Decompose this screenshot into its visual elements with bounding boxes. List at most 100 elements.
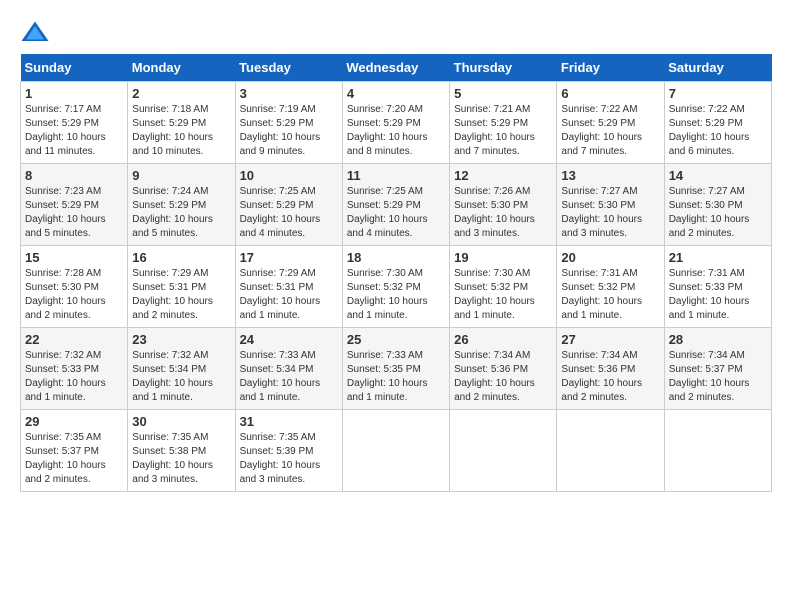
day-number: 9 xyxy=(132,168,230,183)
column-header-wednesday: Wednesday xyxy=(342,54,449,82)
calendar-cell xyxy=(342,410,449,492)
column-header-friday: Friday xyxy=(557,54,664,82)
day-info: Sunrise: 7:35 AMSunset: 5:38 PMDaylight:… xyxy=(132,432,213,485)
calendar-cell: 7 Sunrise: 7:22 AMSunset: 5:29 PMDayligh… xyxy=(664,82,771,164)
calendar-table: SundayMondayTuesdayWednesdayThursdayFrid… xyxy=(20,54,772,492)
day-info: Sunrise: 7:27 AMSunset: 5:30 PMDaylight:… xyxy=(561,186,642,239)
logo-icon xyxy=(20,20,50,44)
day-info: Sunrise: 7:32 AMSunset: 5:33 PMDaylight:… xyxy=(25,350,106,403)
day-number: 23 xyxy=(132,332,230,347)
calendar-cell: 10 Sunrise: 7:25 AMSunset: 5:29 PMDaylig… xyxy=(235,164,342,246)
day-info: Sunrise: 7:25 AMSunset: 5:29 PMDaylight:… xyxy=(347,186,428,239)
day-number: 2 xyxy=(132,86,230,101)
calendar-cell: 26 Sunrise: 7:34 AMSunset: 5:36 PMDaylig… xyxy=(450,328,557,410)
calendar-cell: 24 Sunrise: 7:33 AMSunset: 5:34 PMDaylig… xyxy=(235,328,342,410)
calendar-cell: 22 Sunrise: 7:32 AMSunset: 5:33 PMDaylig… xyxy=(21,328,128,410)
calendar-cell: 29 Sunrise: 7:35 AMSunset: 5:37 PMDaylig… xyxy=(21,410,128,492)
calendar-cell: 17 Sunrise: 7:29 AMSunset: 5:31 PMDaylig… xyxy=(235,246,342,328)
column-header-thursday: Thursday xyxy=(450,54,557,82)
day-number: 31 xyxy=(240,414,338,429)
calendar-cell: 12 Sunrise: 7:26 AMSunset: 5:30 PMDaylig… xyxy=(450,164,557,246)
calendar-cell: 23 Sunrise: 7:32 AMSunset: 5:34 PMDaylig… xyxy=(128,328,235,410)
day-info: Sunrise: 7:17 AMSunset: 5:29 PMDaylight:… xyxy=(25,104,106,157)
day-number: 1 xyxy=(25,86,123,101)
day-number: 22 xyxy=(25,332,123,347)
day-number: 6 xyxy=(561,86,659,101)
header xyxy=(20,20,772,44)
day-number: 4 xyxy=(347,86,445,101)
calendar-cell: 21 Sunrise: 7:31 AMSunset: 5:33 PMDaylig… xyxy=(664,246,771,328)
calendar-cell: 18 Sunrise: 7:30 AMSunset: 5:32 PMDaylig… xyxy=(342,246,449,328)
column-header-monday: Monday xyxy=(128,54,235,82)
day-info: Sunrise: 7:19 AMSunset: 5:29 PMDaylight:… xyxy=(240,104,321,157)
day-number: 7 xyxy=(669,86,767,101)
day-number: 29 xyxy=(25,414,123,429)
calendar-cell xyxy=(450,410,557,492)
day-info: Sunrise: 7:28 AMSunset: 5:30 PMDaylight:… xyxy=(25,268,106,321)
calendar-cell: 19 Sunrise: 7:30 AMSunset: 5:32 PMDaylig… xyxy=(450,246,557,328)
day-info: Sunrise: 7:22 AMSunset: 5:29 PMDaylight:… xyxy=(561,104,642,157)
day-info: Sunrise: 7:24 AMSunset: 5:29 PMDaylight:… xyxy=(132,186,213,239)
day-info: Sunrise: 7:34 AMSunset: 5:36 PMDaylight:… xyxy=(454,350,535,403)
day-number: 15 xyxy=(25,250,123,265)
calendar-cell: 3 Sunrise: 7:19 AMSunset: 5:29 PMDayligh… xyxy=(235,82,342,164)
day-number: 14 xyxy=(669,168,767,183)
calendar-cell xyxy=(557,410,664,492)
day-number: 11 xyxy=(347,168,445,183)
calendar-cell: 11 Sunrise: 7:25 AMSunset: 5:29 PMDaylig… xyxy=(342,164,449,246)
calendar-cell: 27 Sunrise: 7:34 AMSunset: 5:36 PMDaylig… xyxy=(557,328,664,410)
day-number: 27 xyxy=(561,332,659,347)
day-info: Sunrise: 7:30 AMSunset: 5:32 PMDaylight:… xyxy=(454,268,535,321)
logo xyxy=(20,20,54,44)
calendar-cell: 25 Sunrise: 7:33 AMSunset: 5:35 PMDaylig… xyxy=(342,328,449,410)
day-info: Sunrise: 7:34 AMSunset: 5:36 PMDaylight:… xyxy=(561,350,642,403)
day-number: 25 xyxy=(347,332,445,347)
day-info: Sunrise: 7:29 AMSunset: 5:31 PMDaylight:… xyxy=(240,268,321,321)
calendar-cell: 1 Sunrise: 7:17 AMSunset: 5:29 PMDayligh… xyxy=(21,82,128,164)
calendar-cell: 2 Sunrise: 7:18 AMSunset: 5:29 PMDayligh… xyxy=(128,82,235,164)
day-info: Sunrise: 7:29 AMSunset: 5:31 PMDaylight:… xyxy=(132,268,213,321)
day-info: Sunrise: 7:20 AMSunset: 5:29 PMDaylight:… xyxy=(347,104,428,157)
day-info: Sunrise: 7:34 AMSunset: 5:37 PMDaylight:… xyxy=(669,350,750,403)
day-info: Sunrise: 7:23 AMSunset: 5:29 PMDaylight:… xyxy=(25,186,106,239)
day-info: Sunrise: 7:35 AMSunset: 5:37 PMDaylight:… xyxy=(25,432,106,485)
calendar-cell: 9 Sunrise: 7:24 AMSunset: 5:29 PMDayligh… xyxy=(128,164,235,246)
day-number: 21 xyxy=(669,250,767,265)
day-number: 5 xyxy=(454,86,552,101)
day-number: 13 xyxy=(561,168,659,183)
day-info: Sunrise: 7:33 AMSunset: 5:34 PMDaylight:… xyxy=(240,350,321,403)
day-info: Sunrise: 7:25 AMSunset: 5:29 PMDaylight:… xyxy=(240,186,321,239)
day-number: 28 xyxy=(669,332,767,347)
calendar-cell xyxy=(664,410,771,492)
calendar-cell: 8 Sunrise: 7:23 AMSunset: 5:29 PMDayligh… xyxy=(21,164,128,246)
column-header-tuesday: Tuesday xyxy=(235,54,342,82)
day-info: Sunrise: 7:33 AMSunset: 5:35 PMDaylight:… xyxy=(347,350,428,403)
day-info: Sunrise: 7:31 AMSunset: 5:32 PMDaylight:… xyxy=(561,268,642,321)
column-header-saturday: Saturday xyxy=(664,54,771,82)
column-header-sunday: Sunday xyxy=(21,54,128,82)
day-info: Sunrise: 7:32 AMSunset: 5:34 PMDaylight:… xyxy=(132,350,213,403)
calendar-cell: 28 Sunrise: 7:34 AMSunset: 5:37 PMDaylig… xyxy=(664,328,771,410)
calendar-cell: 31 Sunrise: 7:35 AMSunset: 5:39 PMDaylig… xyxy=(235,410,342,492)
calendar-cell: 16 Sunrise: 7:29 AMSunset: 5:31 PMDaylig… xyxy=(128,246,235,328)
day-info: Sunrise: 7:30 AMSunset: 5:32 PMDaylight:… xyxy=(347,268,428,321)
day-info: Sunrise: 7:26 AMSunset: 5:30 PMDaylight:… xyxy=(454,186,535,239)
calendar-cell: 13 Sunrise: 7:27 AMSunset: 5:30 PMDaylig… xyxy=(557,164,664,246)
day-info: Sunrise: 7:18 AMSunset: 5:29 PMDaylight:… xyxy=(132,104,213,157)
calendar-cell: 6 Sunrise: 7:22 AMSunset: 5:29 PMDayligh… xyxy=(557,82,664,164)
day-number: 26 xyxy=(454,332,552,347)
day-number: 20 xyxy=(561,250,659,265)
day-number: 18 xyxy=(347,250,445,265)
calendar-cell: 5 Sunrise: 7:21 AMSunset: 5:29 PMDayligh… xyxy=(450,82,557,164)
day-number: 3 xyxy=(240,86,338,101)
calendar-cell: 15 Sunrise: 7:28 AMSunset: 5:30 PMDaylig… xyxy=(21,246,128,328)
day-number: 10 xyxy=(240,168,338,183)
day-number: 8 xyxy=(25,168,123,183)
day-info: Sunrise: 7:31 AMSunset: 5:33 PMDaylight:… xyxy=(669,268,750,321)
calendar-cell: 4 Sunrise: 7:20 AMSunset: 5:29 PMDayligh… xyxy=(342,82,449,164)
day-info: Sunrise: 7:21 AMSunset: 5:29 PMDaylight:… xyxy=(454,104,535,157)
day-number: 16 xyxy=(132,250,230,265)
calendar-cell: 20 Sunrise: 7:31 AMSunset: 5:32 PMDaylig… xyxy=(557,246,664,328)
day-number: 12 xyxy=(454,168,552,183)
day-info: Sunrise: 7:22 AMSunset: 5:29 PMDaylight:… xyxy=(669,104,750,157)
